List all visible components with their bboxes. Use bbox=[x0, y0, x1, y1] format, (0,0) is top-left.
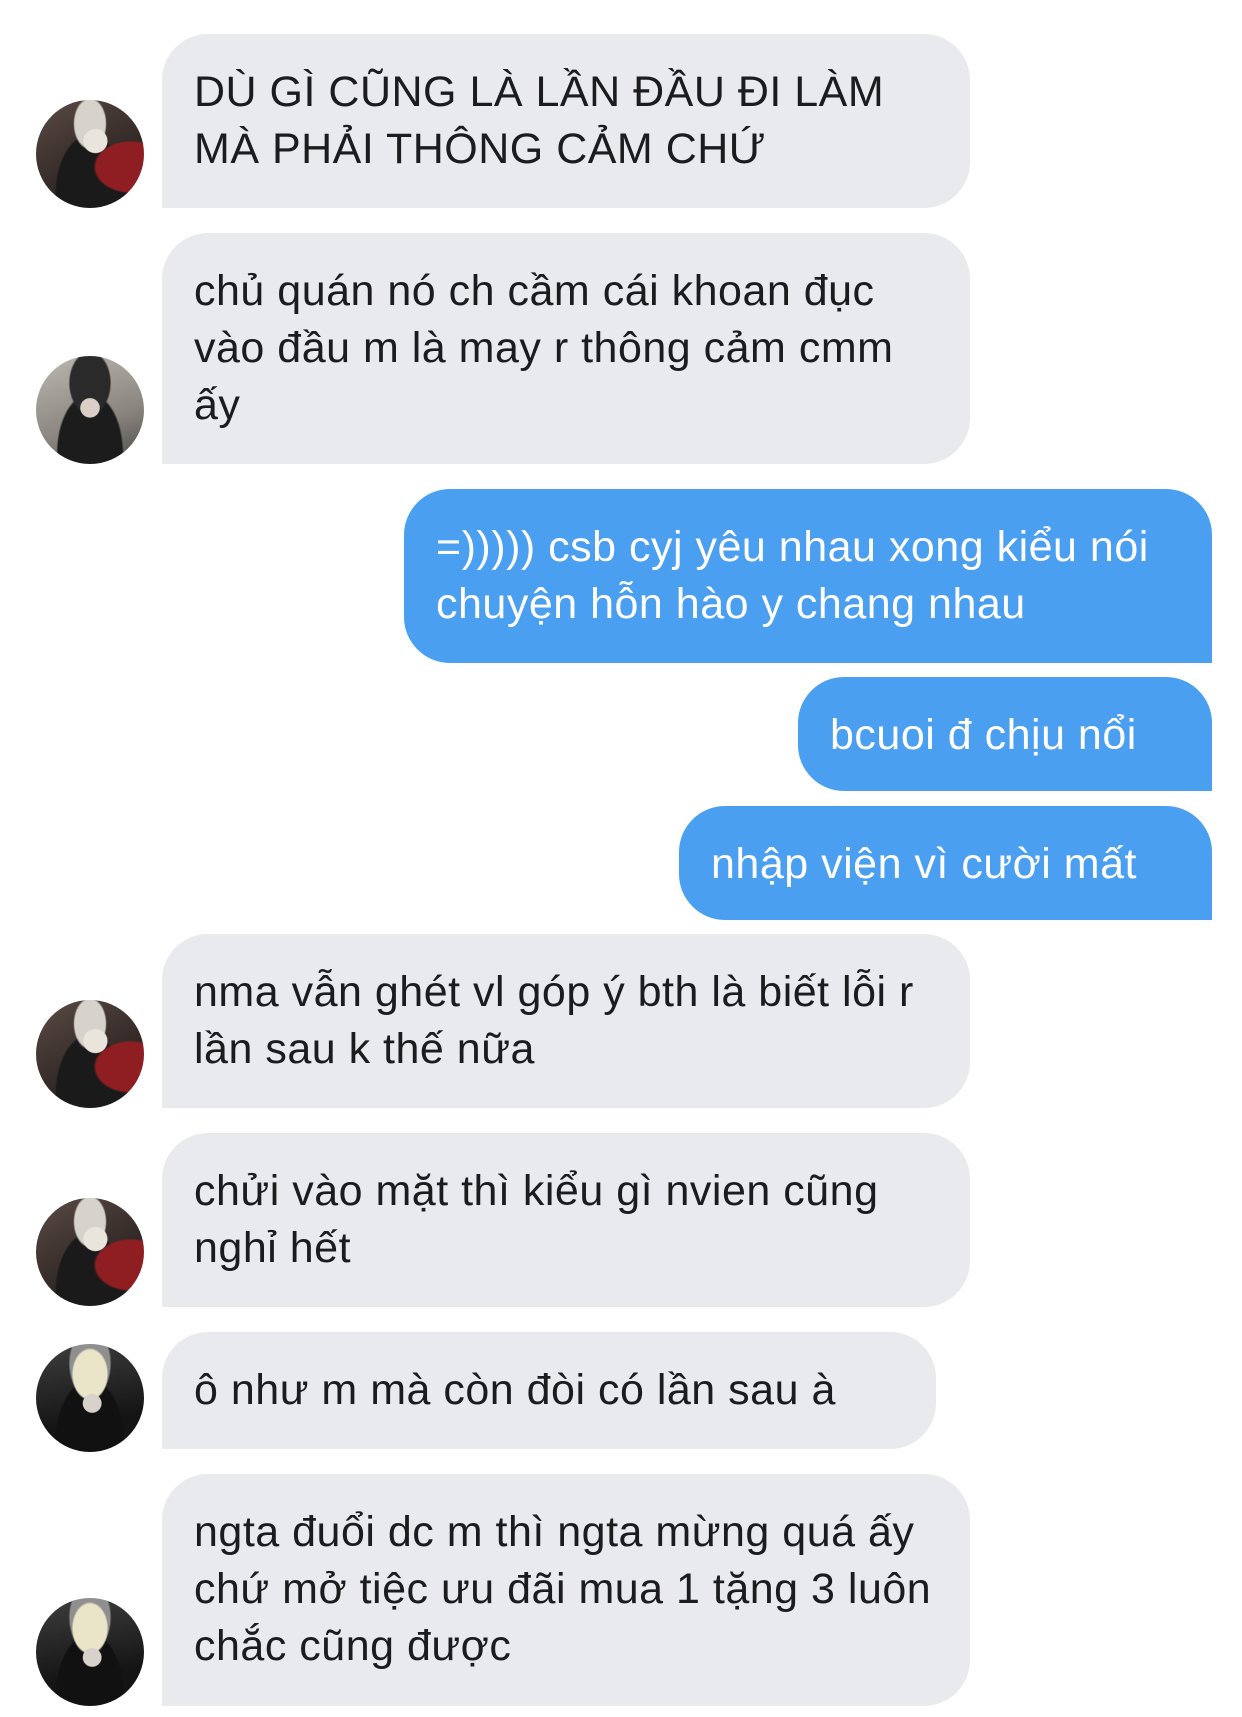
message-text: bcuoi đ chịu nổi bbox=[830, 711, 1137, 759]
message-text: chửi vào mặt thì kiểu gì nvien cũng nghỉ… bbox=[194, 1167, 879, 1272]
message-bubble-incoming[interactable]: chủ quán nó ch cầm cái khoan đục vào đầu… bbox=[162, 233, 970, 464]
message-bubble-incoming[interactable]: chửi vào mặt thì kiểu gì nvien cũng nghỉ… bbox=[162, 1133, 970, 1307]
message-text: ngta đuổi dc m thì ngta mừng quá ấy chứ … bbox=[194, 1508, 932, 1670]
message-text: nhập viện vì cười mất bbox=[711, 840, 1137, 888]
message-bubble-outgoing[interactable]: bcuoi đ chịu nổi bbox=[798, 677, 1212, 791]
message-text: ô như m mà còn đòi có lần sau à bbox=[194, 1366, 836, 1414]
avatar[interactable] bbox=[36, 356, 144, 464]
message-bubble-incoming[interactable]: nma vẫn ghét vl góp ý bth là biết lỗi r … bbox=[162, 934, 970, 1108]
avatar[interactable] bbox=[36, 1000, 144, 1108]
avatar[interactable] bbox=[36, 1344, 144, 1452]
message-bubble-incoming[interactable]: DÙ GÌ CŨNG LÀ LẦN ĐẦU ĐI LÀM MÀ PHẢI THÔ… bbox=[162, 34, 970, 208]
message-text: =))))) csb cyj yêu nhau xong kiểu nói ch… bbox=[436, 523, 1149, 628]
avatar[interactable] bbox=[36, 1598, 144, 1706]
message-bubble-incoming[interactable]: ô như m mà còn đòi có lần sau à bbox=[162, 1332, 936, 1449]
message-bubble-incoming[interactable]: ngta đuổi dc m thì ngta mừng quá ấy chứ … bbox=[162, 1474, 970, 1706]
avatar[interactable] bbox=[36, 1198, 144, 1306]
message-text: chủ quán nó ch cầm cái khoan đục vào đầu… bbox=[194, 267, 894, 429]
message-bubble-outgoing[interactable]: nhập viện vì cười mất bbox=[679, 806, 1212, 920]
message-text: DÙ GÌ CŨNG LÀ LẦN ĐẦU ĐI LÀM MÀ PHẢI THÔ… bbox=[194, 68, 885, 173]
avatar[interactable] bbox=[36, 100, 144, 208]
message-bubble-outgoing[interactable]: =))))) csb cyj yêu nhau xong kiểu nói ch… bbox=[404, 489, 1212, 663]
message-text: nma vẫn ghét vl góp ý bth là biết lỗi r … bbox=[194, 968, 914, 1073]
